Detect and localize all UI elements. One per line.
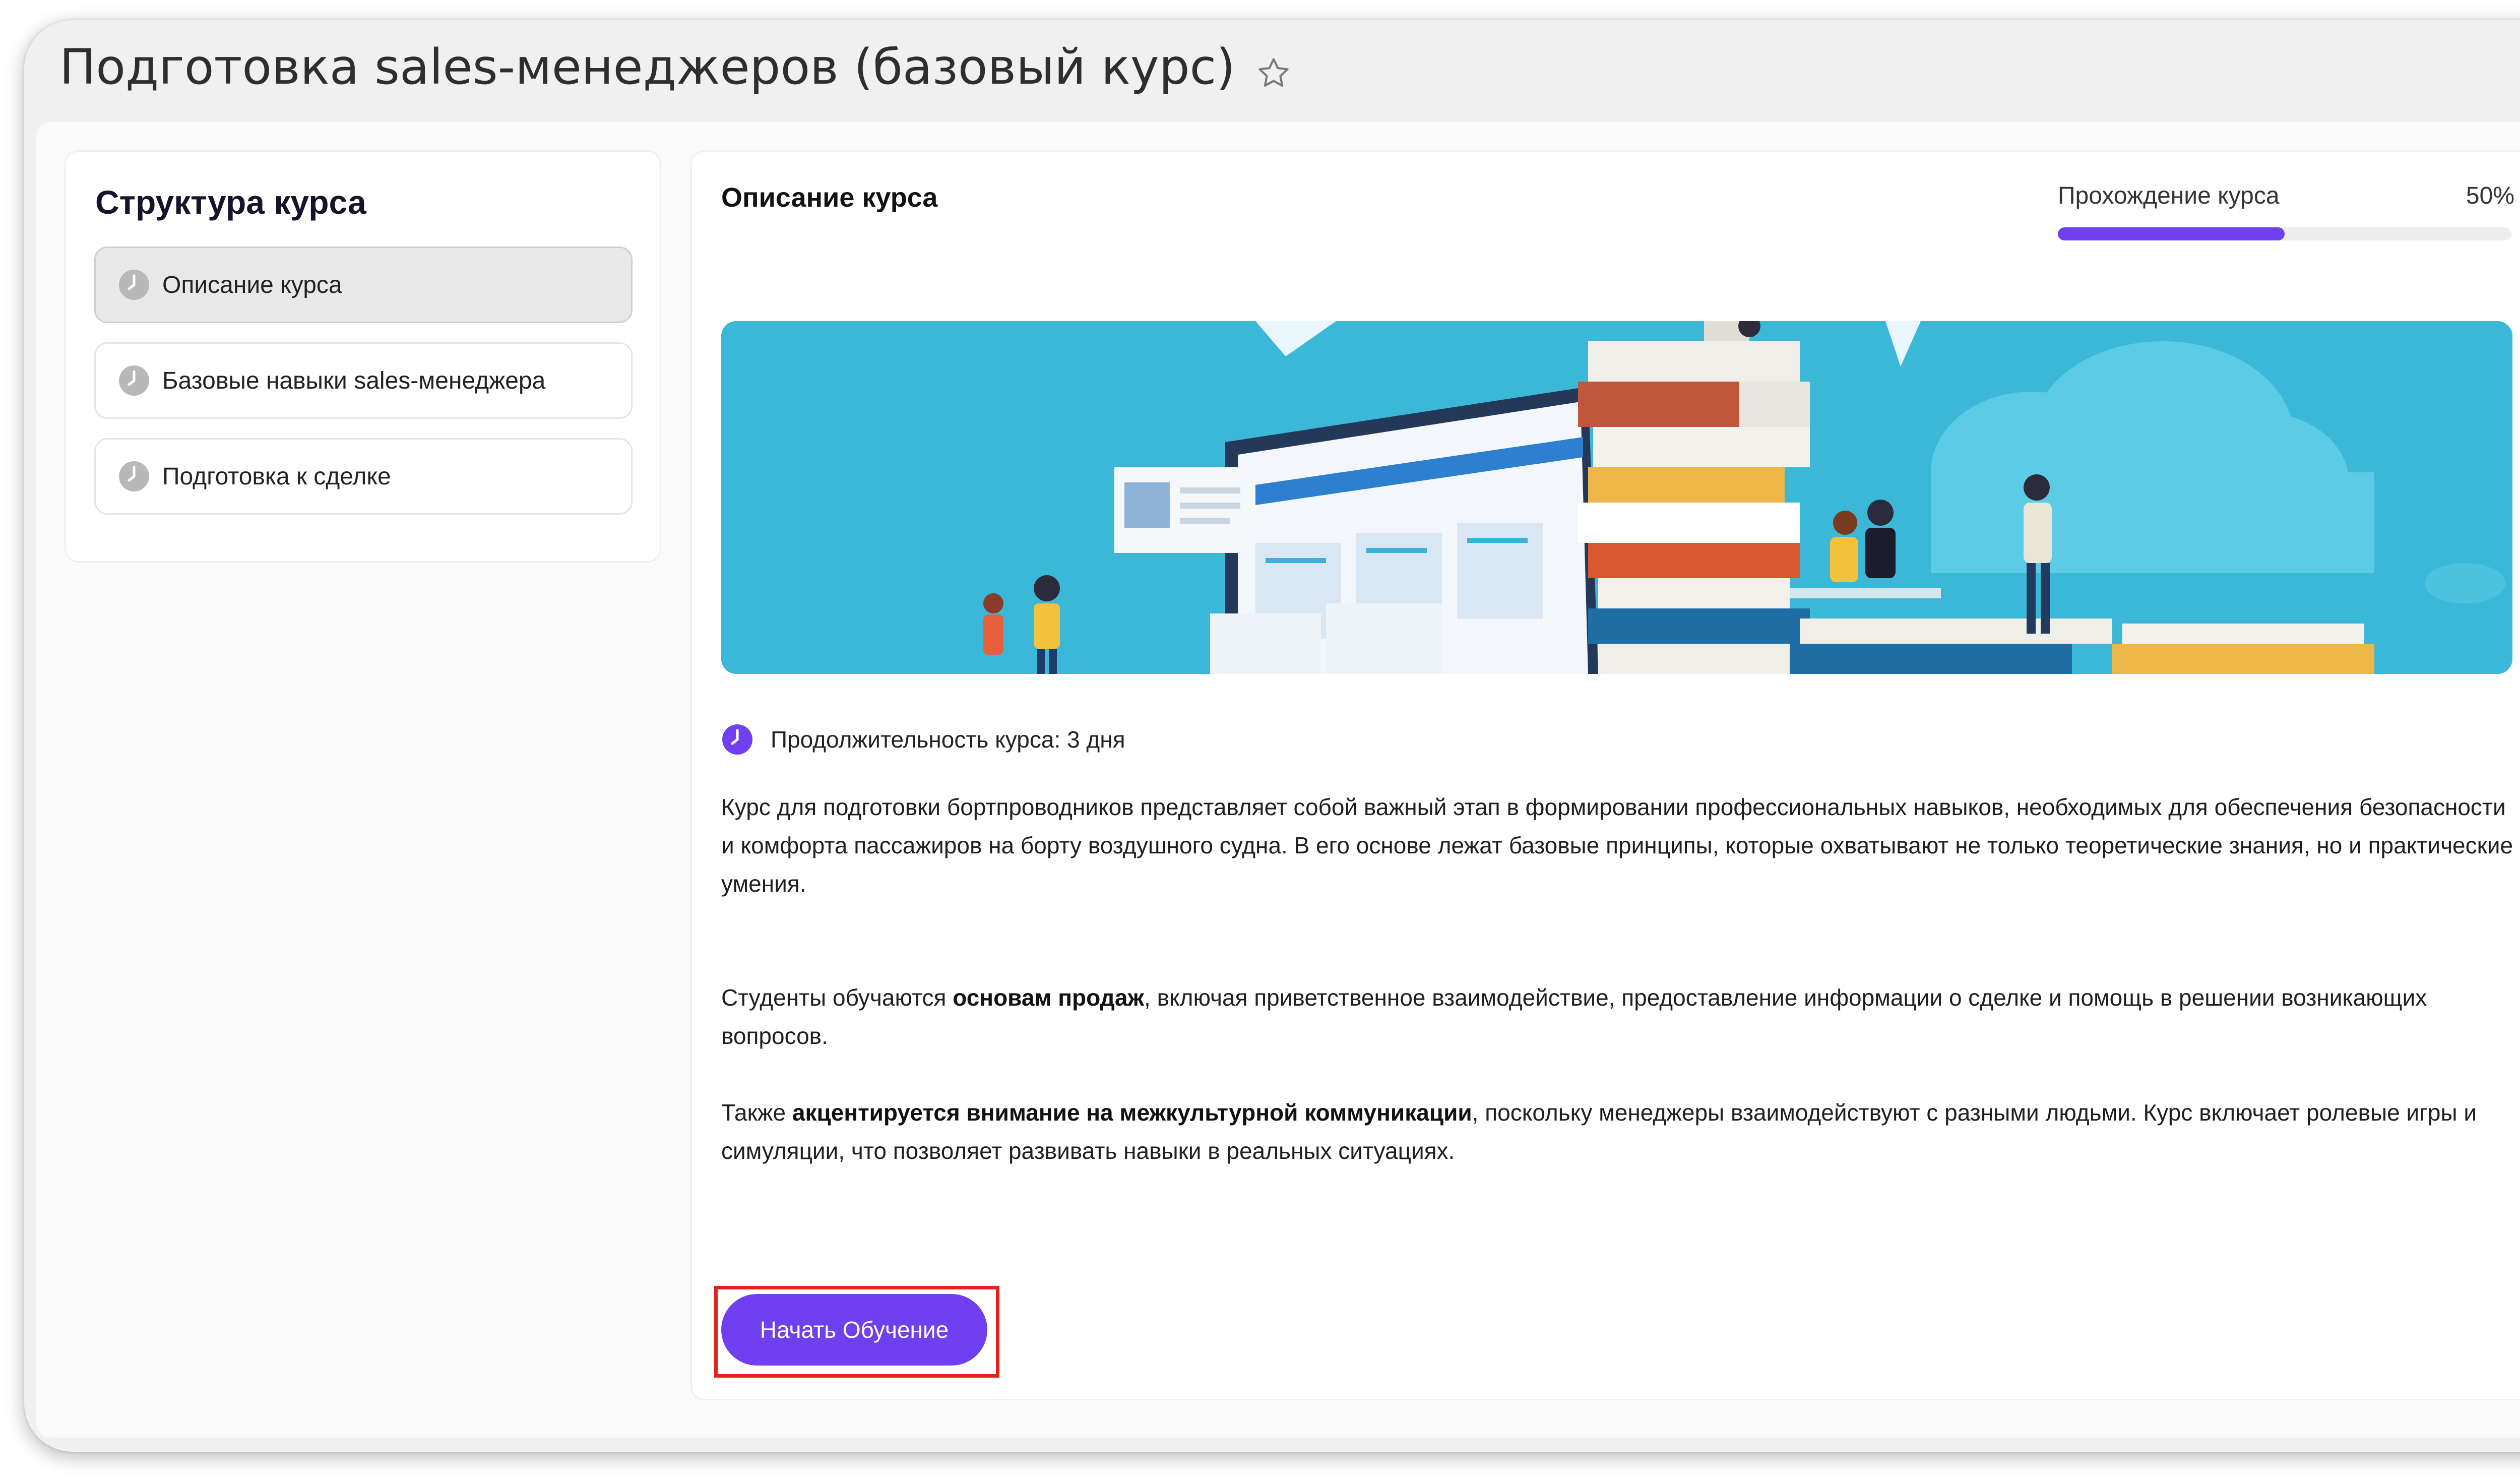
clock-icon	[118, 460, 150, 492]
paragraph-text: Курс для подготовки бортпроводников пред…	[721, 794, 2513, 897]
course-title: Подготовка sales-менеджеров (базовый кур…	[59, 39, 1235, 95]
progress-bar	[2058, 227, 2511, 240]
sidebar-item-course-description[interactable]: Описание курса	[94, 246, 633, 323]
paragraph-bold-text: акцентируется внимание на межкультурной …	[792, 1099, 1472, 1126]
course-banner-illustration	[721, 321, 2512, 674]
sidebar-item-label: Описание курса	[162, 271, 342, 298]
progress-value: 50%	[2466, 182, 2514, 209]
course-duration-text: Продолжительность курса: 3 дня	[771, 726, 1125, 753]
sidebar-item-deal-preparation[interactable]: Подготовка к сделке	[94, 438, 633, 515]
clock-icon	[721, 723, 753, 756]
course-structure-panel: Структура курса Описание курса Базовые н…	[65, 150, 661, 563]
course-structure-title: Структура курса	[95, 183, 366, 221]
sidebar-item-label: Базовые навыки sales-менеджера	[162, 367, 546, 394]
page-title: Подготовка sales-менеджеров (базовый кур…	[59, 29, 1292, 105]
clock-icon	[118, 269, 150, 301]
sidebar-item-basic-skills[interactable]: Базовые навыки sales-менеджера	[94, 342, 633, 419]
progress-bar-fill	[2058, 227, 2285, 240]
banner-artwork	[721, 321, 2512, 674]
description-paragraph-1: Курс для подготовки бортпроводников пред…	[721, 788, 2515, 903]
description-paragraph-3: Также акцентируется внимание на межкульт…	[721, 1093, 2515, 1170]
paragraph-text: Студенты обучаются	[721, 984, 953, 1011]
start-learning-button[interactable]: Начать Обучение	[721, 1294, 987, 1366]
course-description-panel: Описание курса Прохождение курса 50% Про…	[690, 150, 2520, 1400]
paragraph-text: Также	[721, 1099, 792, 1126]
clock-icon	[118, 364, 150, 397]
sidebar-item-label: Подготовка к сделке	[162, 463, 391, 490]
star-outline-icon[interactable]	[1255, 46, 1292, 87]
app-window: Подготовка sales-менеджеров (базовый кур…	[24, 20, 2520, 1452]
description-paragraph-2: Студенты обучаются основам продаж, включ…	[721, 978, 2515, 1055]
course-duration: Продолжительность курса: 3 дня	[721, 723, 1125, 756]
paragraph-bold-text: основам продаж	[953, 984, 1145, 1011]
progress-label: Прохождение курса	[2058, 182, 2280, 209]
content-area: Структура курса Описание курса Базовые н…	[36, 122, 2520, 1438]
section-title: Описание курса	[721, 182, 938, 213]
